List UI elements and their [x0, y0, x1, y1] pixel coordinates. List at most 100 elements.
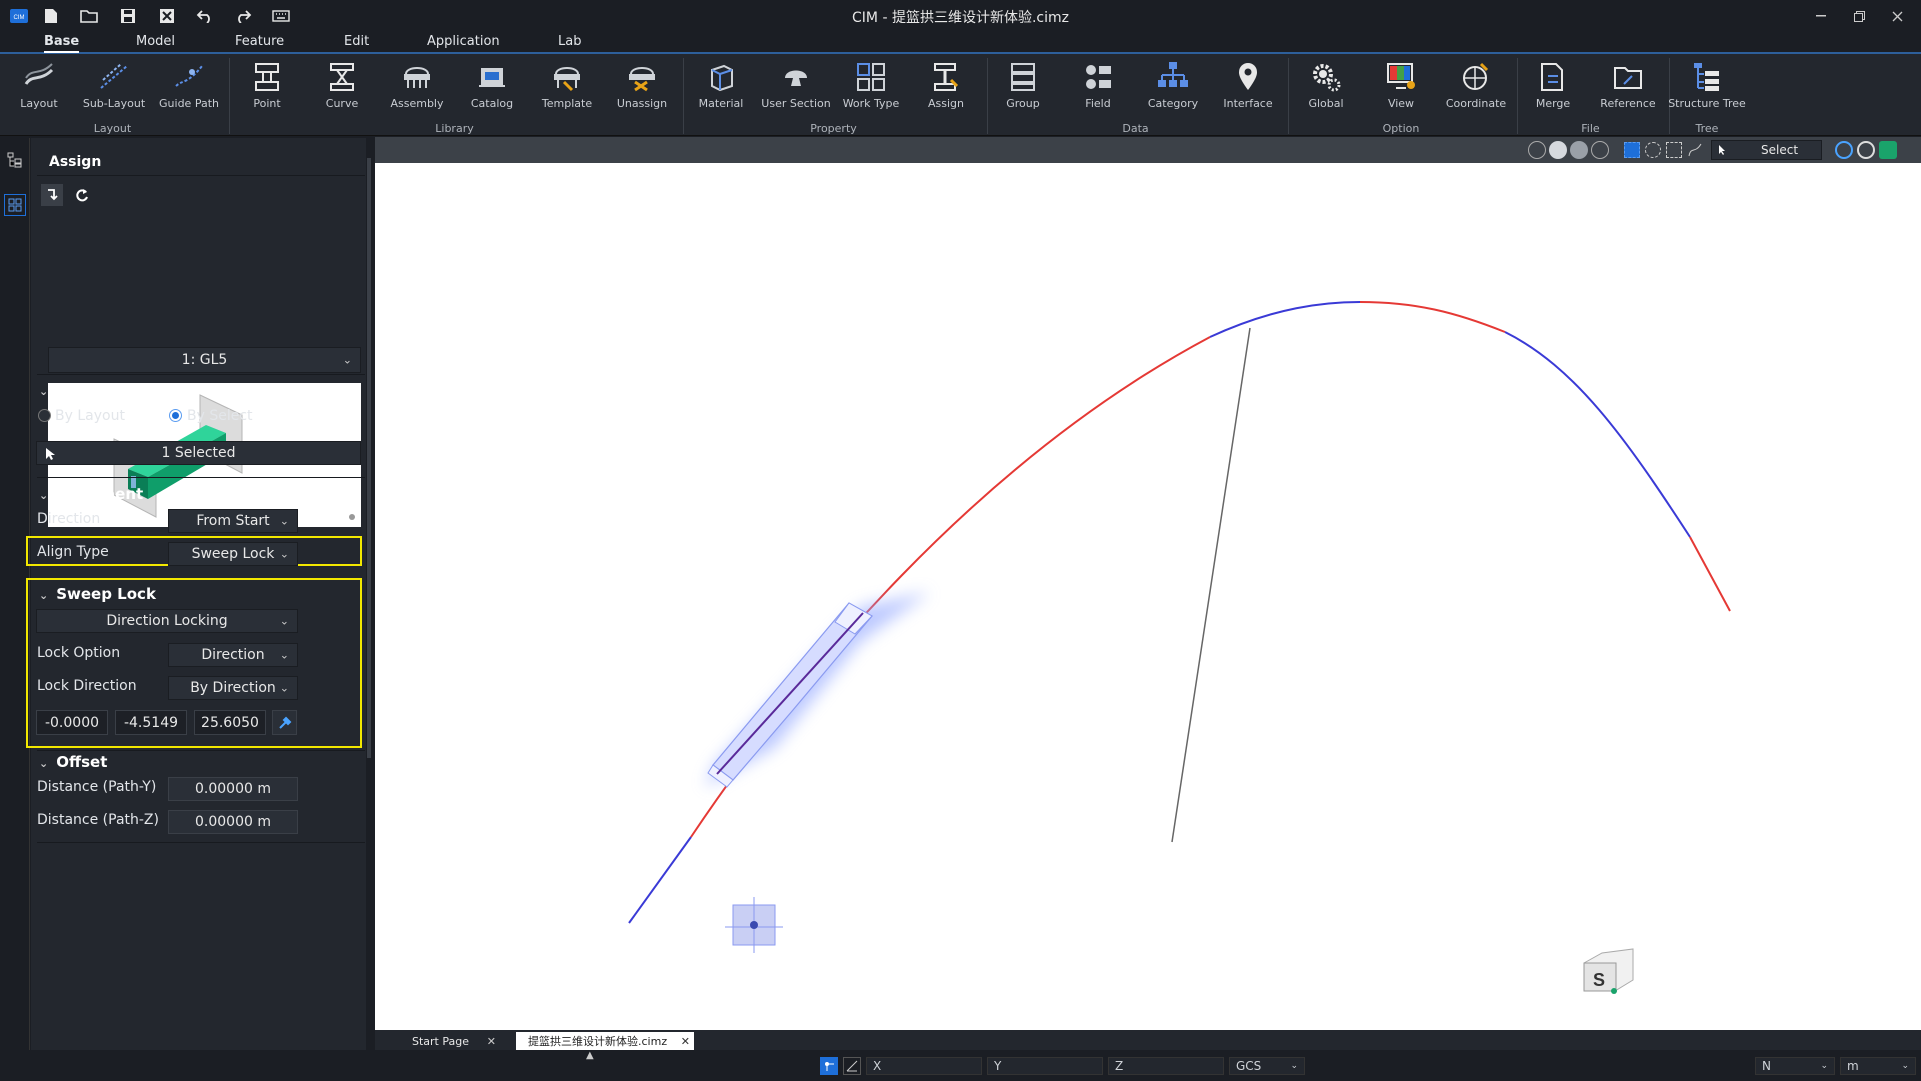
pick-direction-button[interactable] [272, 710, 297, 735]
wireframe-icon[interactable] [1591, 141, 1609, 159]
tab-feature[interactable]: Feature [235, 34, 284, 49]
selected-beam[interactable] [705, 592, 930, 788]
close-tab-icon[interactable]: ✕ [681, 1035, 690, 1048]
apply-button[interactable] [41, 184, 63, 206]
tab-base[interactable]: Base [44, 34, 80, 53]
refresh-button[interactable] [71, 184, 93, 206]
guide-path-button[interactable]: Guide Path [153, 58, 225, 120]
minimize-icon[interactable] [1810, 6, 1832, 26]
tree-view-icon[interactable] [7, 152, 23, 172]
merge-button[interactable]: Merge [1517, 58, 1589, 120]
lock-direction-dropdown[interactable]: By Direction ⌄ [168, 676, 298, 700]
close-window-icon[interactable] [1886, 6, 1908, 26]
y-coordinate-field[interactable]: Y [987, 1057, 1103, 1075]
info-icon[interactable] [1835, 141, 1853, 159]
interface-button[interactable]: Interface [1212, 58, 1284, 120]
tab-start-page[interactable]: Start Page ✕ [400, 1032, 500, 1050]
assign-button[interactable]: Assign [910, 58, 982, 120]
panel-collapse-icon[interactable]: ▲ [586, 1050, 594, 1061]
distance-z-input[interactable]: 0.00000 m [168, 810, 298, 834]
coordinate-gizmo[interactable] [725, 897, 783, 953]
section-dropdown[interactable]: 1: GL5 ⌄ [48, 347, 361, 373]
define-path-header[interactable]: ⌄ Define Path [39, 381, 155, 399]
arch-segment-blue[interactable] [1209, 301, 1361, 338]
coordinate-system-dropdown[interactable]: GCS ⌄ [1229, 1057, 1305, 1075]
select-mode-dropdown[interactable]: Select [1711, 140, 1822, 160]
close-tab-icon[interactable]: ✕ [487, 1035, 496, 1048]
category-button[interactable]: Category [1137, 58, 1209, 120]
restore-icon[interactable] [1848, 6, 1870, 26]
by-layout-radio[interactable] [38, 409, 51, 422]
lasso-select-icon[interactable] [1687, 142, 1703, 158]
shade-icon[interactable] [1549, 141, 1567, 159]
z-coordinate-field[interactable]: Z [1108, 1057, 1224, 1075]
view-button[interactable]: View [1365, 58, 1437, 120]
vector-z-input[interactable]: 25.6050 [194, 710, 266, 735]
alignment-header[interactable]: ⌄ Alignment [39, 485, 143, 503]
unassign-button[interactable]: Unassign [606, 58, 678, 120]
render-icon[interactable] [1570, 141, 1588, 159]
select-objects-button[interactable]: 1 Selected [36, 441, 361, 465]
tab-lab[interactable]: Lab [558, 34, 581, 49]
category-icon [1158, 62, 1188, 87]
snap-icon[interactable] [1857, 141, 1875, 159]
arch-segment-blue[interactable] [628, 836, 692, 924]
sweep-lock-header[interactable]: ⌄ Sweep Lock [39, 585, 156, 603]
tab-current-file-label: 提篮拱三维设计新体验.cimz [528, 1035, 668, 1048]
point-button[interactable]: Point [231, 58, 303, 120]
curve-button[interactable]: Curve [306, 58, 378, 120]
by-select-radio[interactable] [169, 409, 182, 422]
cube-icon[interactable] [1879, 141, 1897, 159]
force-unit-dropdown[interactable]: N ⌄ [1755, 1057, 1835, 1075]
align-type-dropdown[interactable]: Sweep Lock ⌄ [168, 542, 298, 566]
snap-grid-icon[interactable] [820, 1057, 838, 1075]
hanger-line[interactable] [1171, 327, 1251, 843]
3d-viewport[interactable]: S [375, 137, 1921, 1030]
structure-tree-button[interactable]: Structure Tree [1668, 58, 1746, 120]
angle-snap-icon[interactable] [843, 1057, 861, 1075]
by-select-label: By Select [187, 408, 253, 424]
assembly-button[interactable]: Assembly [381, 58, 453, 120]
user-section-button[interactable]: User Section [760, 58, 832, 120]
catalog-button[interactable]: Catalog [456, 58, 528, 120]
orbit-icon[interactable] [1528, 141, 1546, 159]
arch-segment-red[interactable] [690, 336, 1211, 838]
y-label: Y [994, 1059, 1002, 1073]
lock-mode-dropdown[interactable]: Direction Locking ⌄ [36, 609, 298, 633]
length-unit-dropdown[interactable]: m ⌄ [1840, 1057, 1916, 1075]
distance-y-input[interactable]: 0.00000 m [168, 777, 298, 801]
sub-layout-button[interactable]: Sub-Layout [78, 58, 150, 120]
lock-option-dropdown[interactable]: Direction ⌄ [168, 643, 298, 667]
arch-segment-red[interactable] [1689, 536, 1731, 612]
cross-select-icon[interactable] [1666, 142, 1682, 158]
layout-button[interactable]: Layout [3, 58, 75, 120]
x-coordinate-field[interactable]: X [866, 1057, 982, 1075]
box-select-icon[interactable] [1624, 142, 1640, 158]
assign-panel-icon[interactable] [4, 194, 26, 216]
global-button[interactable]: Global [1290, 58, 1362, 120]
catalog-label: Catalog [470, 97, 514, 110]
panel-title: Assign [49, 154, 102, 170]
tab-current-file[interactable]: 提篮拱三维设计新体验.cimz ✕ [516, 1032, 694, 1050]
tab-edit[interactable]: Edit [344, 34, 369, 49]
work-type-button[interactable]: Work Type [835, 58, 907, 120]
reference-button[interactable]: Reference [1592, 58, 1664, 120]
vector-x-input[interactable]: -0.0000 [36, 710, 108, 735]
material-button[interactable]: Material [685, 58, 757, 120]
template-button[interactable]: Template [531, 58, 603, 120]
coordinate-button[interactable]: Coordinate [1440, 58, 1512, 120]
view-cube[interactable] [1583, 948, 1634, 994]
arch-segment-blue[interactable] [1504, 331, 1691, 538]
eyedropper-icon [278, 716, 291, 729]
circle-select-icon[interactable] [1645, 142, 1661, 158]
offset-header[interactable]: ⌄ Offset [39, 753, 107, 771]
field-button[interactable]: Field [1062, 58, 1134, 120]
group-button[interactable]: Group [987, 58, 1059, 120]
direction-dropdown[interactable]: From Start ⌄ [168, 509, 298, 533]
tab-application[interactable]: Application [427, 34, 500, 49]
panel-scrollbar[interactable] [366, 138, 372, 1050]
arch-segment-red[interactable] [1359, 301, 1506, 333]
tab-model[interactable]: Model [136, 34, 175, 49]
vector-y-input[interactable]: -4.5149 [115, 710, 187, 735]
chevron-down-icon: ⌄ [1820, 1061, 1828, 1071]
